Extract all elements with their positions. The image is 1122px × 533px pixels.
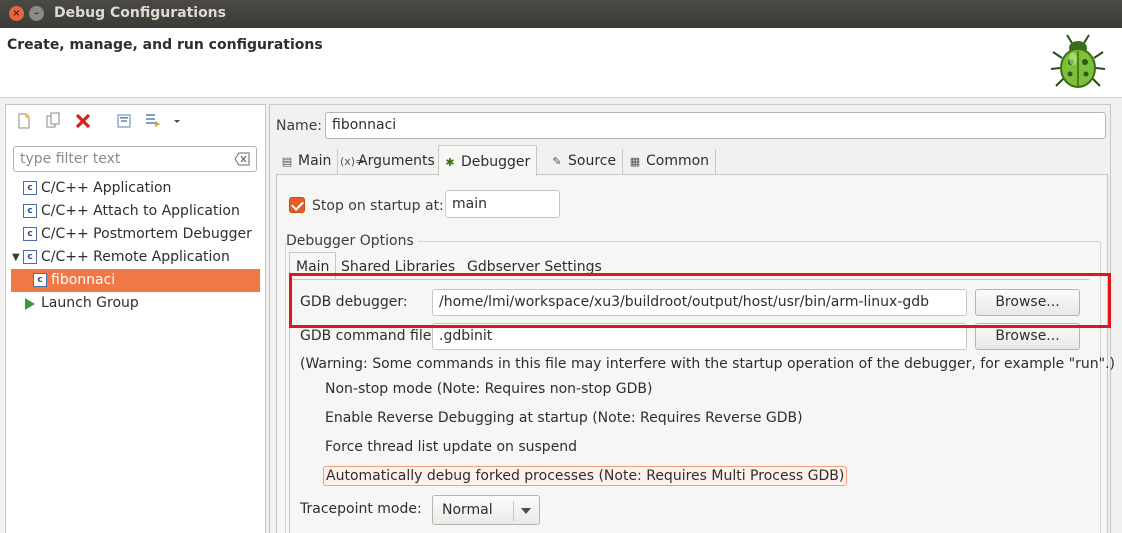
close-window-button[interactable]: × xyxy=(9,6,24,21)
stop-on-startup-label: Stop on startup at: xyxy=(312,198,444,214)
reverse-debugging-option[interactable]: Enable Reverse Debugging at startup (Not… xyxy=(325,410,803,426)
tab-main[interactable]: ▤ Main xyxy=(276,149,339,175)
non-stop-mode-option[interactable]: Non-stop mode (Note: Requires non-stop G… xyxy=(325,381,652,397)
gdb-debugger-highlight-box xyxy=(289,273,1111,328)
chevron-down-icon xyxy=(521,508,531,514)
title-bar: × – Debug Configurations xyxy=(0,0,1122,28)
tree-item-label: fibonnaci xyxy=(51,272,116,288)
duplicate-config-icon[interactable] xyxy=(44,112,62,130)
tab-debugger[interactable]: ✱ Debugger xyxy=(438,145,538,176)
clear-filter-icon[interactable] xyxy=(234,152,250,166)
cpp-config-icon: c xyxy=(23,227,37,241)
stop-on-startup-input[interactable]: main xyxy=(445,190,560,218)
tree-item-cpp-remote[interactable]: ▼ c C/C++ Remote Application xyxy=(6,246,265,269)
delete-config-icon[interactable] xyxy=(74,112,92,130)
tracepoint-mode-select[interactable]: Normal xyxy=(432,495,540,525)
toolbar-menu-chevron-down-icon[interactable] xyxy=(172,112,182,130)
force-thread-list-option[interactable]: Force thread list update on suspend xyxy=(325,439,577,455)
new-config-icon[interactable] xyxy=(15,112,33,130)
tab-label: Main xyxy=(298,153,332,169)
tab-label: Debugger xyxy=(461,154,531,170)
tree-item-cpp-postmortem[interactable]: c C/C++ Postmortem Debugger xyxy=(6,223,265,246)
tree-item-cpp-application[interactable]: c C/C++ Application xyxy=(6,177,265,200)
dialog-header: Create, manage, and run configurations xyxy=(0,28,1122,98)
cpp-config-icon: c xyxy=(23,250,37,264)
filter-configs-icon[interactable] xyxy=(144,112,162,130)
filter-input[interactable] xyxy=(20,148,220,170)
tab-label: Arguments xyxy=(358,153,435,169)
list-toolbar xyxy=(6,105,265,137)
common-icon: ▦ xyxy=(629,155,641,168)
minimize-window-button[interactable]: – xyxy=(29,6,44,21)
gdb-command-file-label: GDB command file: xyxy=(300,328,437,344)
tab-label: Source xyxy=(568,153,617,169)
debug-bug-icon xyxy=(1050,34,1106,88)
name-label: Name: xyxy=(276,118,323,134)
debugger-options-title: Debugger Options xyxy=(286,233,418,249)
tree-item-cpp-attach[interactable]: c C/C++ Attach to Application xyxy=(6,200,265,223)
tree-item-label: Launch Group xyxy=(41,295,139,311)
debug-forked-processes-option[interactable]: Automatically debug forked processes (No… xyxy=(323,466,848,486)
tab-arguments[interactable]: (x)=Arguments xyxy=(336,149,442,175)
header-title: Create, manage, and run configurations xyxy=(7,37,323,53)
combo-separator xyxy=(513,501,514,521)
collapse-all-icon[interactable] xyxy=(115,112,133,130)
filter-field[interactable] xyxy=(13,146,257,172)
name-input[interactable]: fibonnaci xyxy=(325,112,1106,139)
document-icon: ▤ xyxy=(281,155,293,168)
bug-icon: ✱ xyxy=(445,156,455,169)
tracepoint-mode-label: Tracepoint mode: xyxy=(300,501,422,517)
tree-item-label: C/C++ Application xyxy=(41,180,172,196)
tree-item-label: C/C++ Postmortem Debugger xyxy=(41,226,252,242)
tree-item-launch-group[interactable]: Launch Group xyxy=(6,292,265,315)
gdb-command-file-warning: (Warning: Some commands in this file may… xyxy=(300,356,1116,372)
tracepoint-mode-value: Normal xyxy=(442,502,493,518)
tree-item-label: C/C++ Attach to Application xyxy=(41,203,240,219)
expanded-triangle-icon[interactable]: ▼ xyxy=(12,246,20,269)
tab-label: Common xyxy=(646,153,710,169)
launch-group-icon xyxy=(25,298,35,310)
cpp-config-icon: c xyxy=(33,273,47,287)
tab-common[interactable]: ▦ Common xyxy=(624,149,717,175)
cpp-config-icon: c xyxy=(23,204,37,218)
configuration-tree: c C/C++ Application c C/C++ Attach to Ap… xyxy=(6,177,265,315)
configuration-list-pane: c C/C++ Application c C/C++ Attach to Ap… xyxy=(5,104,266,533)
tree-item-label: C/C++ Remote Application xyxy=(41,249,230,265)
tab-source[interactable]: ✎ Source xyxy=(546,149,624,175)
source-icon: ✎ xyxy=(552,155,562,168)
arguments-icon: (x)= xyxy=(340,155,365,168)
window-title: Debug Configurations xyxy=(54,5,226,21)
stop-on-startup-checkbox[interactable] xyxy=(289,197,305,213)
tree-item-fibonnaci[interactable]: c fibonnaci xyxy=(11,269,260,292)
config-tabs: ▤ Main (x)=Arguments ✱ Debugger ✎ Source ▦ C… xyxy=(276,145,1108,176)
cpp-config-icon: c xyxy=(23,181,37,195)
